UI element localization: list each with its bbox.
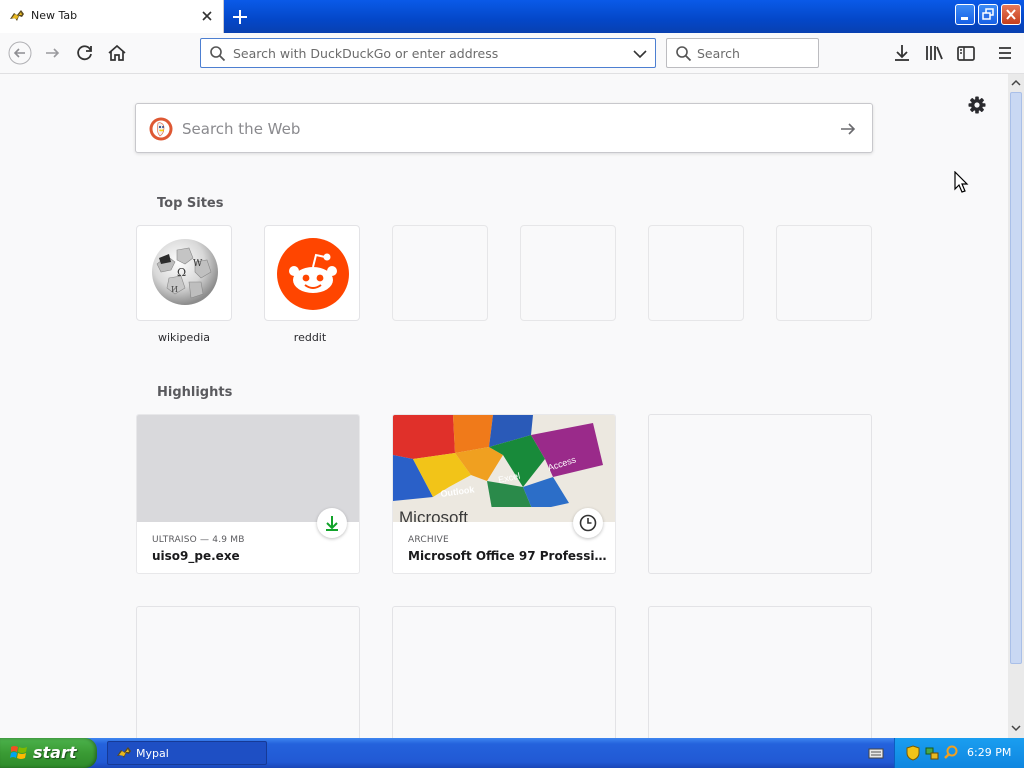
browser-window: { "window": { "tab_title": "New Tab" }, … [0,0,1024,768]
mypal-app-icon [117,747,131,758]
new-tab-page: Top Sites Ω W И wikipedia [0,74,1008,738]
card-thumbnail [137,415,359,522]
highlight-card-download[interactable]: ULTRAISO — 4.9 MB uiso9_pe.exe [136,414,360,574]
taskbar-item-mypal[interactable]: Mypal [107,741,267,765]
card-context: ARCHIVE [408,535,449,545]
taskbar-clock: 6:29 PM [967,746,1012,759]
scrollbar-thumb[interactable] [1010,92,1022,664]
highlight-card-empty [648,414,872,574]
security-shield-icon[interactable] [906,745,920,761]
new-tab-plus-icon[interactable] [229,6,251,28]
download-badge [317,508,347,538]
back-arrow-icon[interactable] [8,41,32,65]
top-site-empty [776,225,872,321]
navigation-toolbar [0,33,1024,74]
card-context: ULTRAISO — 4.9 MB [152,535,245,545]
vertical-scrollbar[interactable] [1008,74,1024,738]
reddit-alien-icon [277,238,349,310]
highlight-card-empty [648,606,872,738]
reload-icon[interactable] [73,41,97,65]
highlights-heading: Highlights [157,385,233,400]
close-window-button[interactable] [1001,4,1021,25]
recent-badge [573,508,603,538]
sidebar-toggle-icon[interactable] [954,41,978,65]
tab-strip: New Tab [0,0,1024,33]
svg-text:W: W [193,259,203,269]
wikipedia-globe-icon: Ω W И [152,239,218,305]
search-input[interactable] [697,45,812,62]
tab-title: New Tab [31,9,78,22]
windows-taskbar: start Mypal 6:29 PM [0,738,1024,768]
duckduckgo-logo-icon [149,117,173,141]
restore-icon [982,8,994,20]
forward-arrow-icon[interactable] [41,41,65,65]
top-site-empty [520,225,616,321]
office-puzzle-thumbnail: Outlook Excel Access Microsoft [393,415,615,522]
scroll-up-icon[interactable] [1010,77,1022,89]
mypal-favicon-icon [10,10,24,21]
restore-button[interactable] [978,4,998,25]
start-label: start [33,743,77,762]
search-icon [210,46,226,62]
svg-text:Ω: Ω [177,266,186,279]
minimize-button[interactable] [955,4,975,25]
downloads-icon[interactable] [890,41,914,65]
close-tab-icon[interactable] [199,8,215,24]
scroll-down-icon[interactable] [1010,722,1022,734]
library-icon[interactable] [922,41,946,65]
search-icon [676,46,692,62]
close-window-icon [1006,9,1016,20]
highlight-card-empty [136,606,360,738]
minimize-icon [961,17,968,20]
download-icon [326,516,338,531]
clock-icon [579,514,597,532]
taskbar-item-label: Mypal [136,747,169,760]
top-site-empty [392,225,488,321]
address-bar[interactable] [200,38,656,68]
search-tray-icon[interactable] [943,745,959,761]
top-site-label: reddit [293,331,327,344]
card-title: Microsoft Office 97 Professional... [408,549,608,563]
system-tray: 6:29 PM [894,738,1024,768]
tab-new-tab[interactable]: New Tab [0,0,224,33]
network-icon[interactable] [924,745,940,761]
home-icon[interactable] [105,41,129,65]
highlight-card-archive[interactable]: Outlook Excel Access Microsoft ARCHIVE M… [392,414,616,574]
arrow-right-icon[interactable] [838,119,858,139]
top-sites-heading: Top Sites [157,196,224,211]
start-button[interactable]: start [0,738,97,768]
web-search-input[interactable] [182,118,822,140]
gear-icon[interactable] [967,95,987,115]
top-site-wikipedia[interactable]: Ω W И [136,225,232,321]
top-site-label: wikipedia [157,331,210,344]
keyboard-icon[interactable] [868,746,884,760]
hamburger-menu-icon[interactable] [993,41,1017,65]
thumbnail-text: Microsoft [399,508,468,522]
mouse-cursor-icon [954,171,969,193]
chevron-down-icon[interactable] [632,47,648,61]
search-bar[interactable] [666,38,819,68]
windows-logo-icon [10,746,27,759]
address-input[interactable] [233,45,623,62]
card-title: uiso9_pe.exe [152,549,240,563]
svg-text:И: И [171,285,178,294]
web-search-box[interactable] [135,103,873,153]
highlight-card-empty [392,606,616,738]
top-site-empty [648,225,744,321]
top-site-reddit[interactable] [264,225,360,321]
